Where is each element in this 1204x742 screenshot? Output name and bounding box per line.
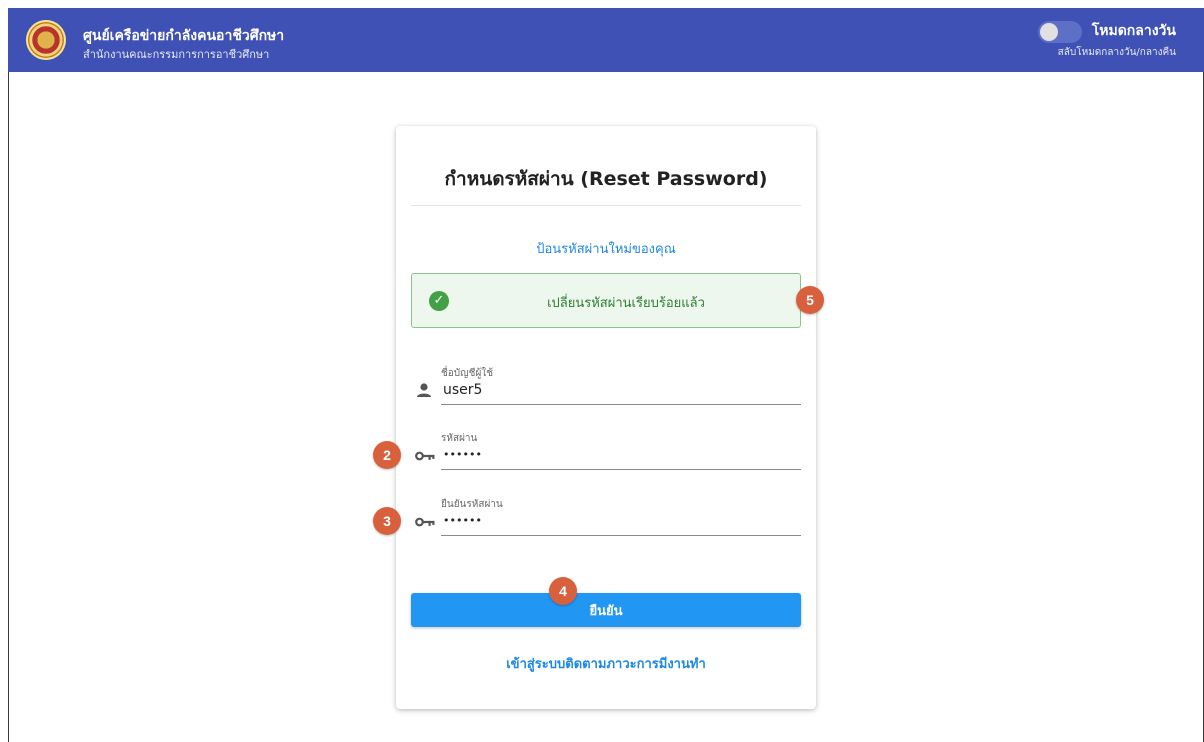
- mode-label: โหมดกลางวัน: [1091, 23, 1176, 39]
- success-alert: ✓ เปลี่ยนรหัสผ่านเรียบร้อยแล้ว: [411, 273, 801, 328]
- confirm-password-field[interactable]: ยืนยันรหัสผ่าน ••••••: [411, 497, 801, 547]
- underline: [441, 469, 801, 470]
- reset-password-card: กำหนดรหัสผ่าน (Reset Password) ป้อนรหัสผ…: [396, 126, 816, 709]
- mode-hint: สลับโหมดกลางวัน/กลางคืน: [1057, 47, 1176, 58]
- top-app-bar: ศูนย์เครือข่ายกำลังคนอาชีวศึกษา สำนักงาน…: [8, 8, 1204, 72]
- confirm-password-label: ยืนยันรหัสผ่าน: [441, 499, 503, 510]
- app-subtitle: สำนักงานคณะกรรมการการอาชีวศึกษา: [83, 48, 270, 61]
- username-field[interactable]: ชื่อบัญชีผู้ใช้ user5: [411, 366, 801, 416]
- employment-tracking-login-link[interactable]: เข้าสู่ระบบติดตามภาวะการมีงานทำ: [396, 653, 816, 674]
- divider: [411, 205, 801, 206]
- toggle-knob: [1040, 23, 1058, 41]
- day-night-toggle[interactable]: [1038, 21, 1082, 43]
- key-icon: [415, 517, 435, 527]
- confirm-button[interactable]: ยืนยัน: [411, 593, 801, 627]
- annotation-badge-3: 3: [373, 507, 401, 535]
- password-label: รหัสผ่าน: [441, 433, 478, 444]
- confirm-password-input[interactable]: ••••••: [443, 514, 482, 527]
- username-label: ชื่อบัญชีผู้ใช้: [441, 368, 493, 379]
- annotation-badge-4: 4: [549, 577, 577, 605]
- key-icon: [415, 451, 435, 461]
- check-circle-icon: ✓: [429, 291, 449, 311]
- alert-text: เปลี่ยนรหัสผ่านเรียบร้อยแล้ว: [547, 296, 705, 311]
- password-field[interactable]: รหัสผ่าน ••••••: [411, 431, 801, 481]
- org-logo: [26, 20, 66, 60]
- annotation-badge-5: 5: [796, 286, 824, 314]
- card-subtitle: ป้อนรหัสผ่านใหม่ของคุณ: [536, 242, 676, 257]
- card-title: กำหนดรหัสผ่าน (Reset Password): [444, 168, 768, 190]
- app-title: ศูนย์เครือข่ายกำลังคนอาชีวศึกษา: [83, 28, 285, 44]
- annotation-badge-2: 2: [373, 441, 401, 469]
- password-input[interactable]: ••••••: [443, 448, 482, 461]
- underline: [441, 404, 801, 405]
- underline: [441, 535, 801, 536]
- username-input[interactable]: user5: [443, 382, 482, 398]
- person-icon: [417, 383, 431, 397]
